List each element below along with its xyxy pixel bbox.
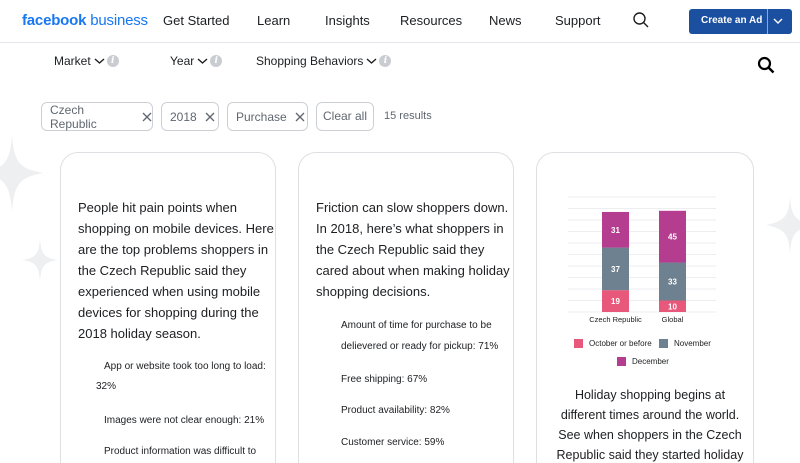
sparkle-decoration [766, 195, 800, 255]
legend-label: December [632, 357, 669, 366]
bullet-slow-load: App or website took too long to load: [104, 361, 266, 372]
search-icon[interactable] [757, 56, 775, 74]
nav-learn[interactable]: Learn [257, 13, 290, 28]
text-line: See when shoppers in the Czech [558, 428, 742, 442]
market-filter-label: Market [54, 54, 91, 68]
sparkle-decoration [0, 135, 44, 213]
chevron-down-icon [197, 58, 208, 64]
legend-october: October or before [574, 339, 652, 348]
text-line: different times around the world. [560, 408, 740, 422]
shopping-behaviors-label: Shopping Behaviors [256, 54, 364, 68]
nav-resources[interactable]: Resources [400, 13, 462, 28]
top-navigation: facebook business Get Started Learn Insi… [0, 0, 800, 43]
search-icon[interactable] [632, 11, 650, 29]
create-ad-button[interactable]: Create an Ad [689, 9, 792, 34]
category-label: Czech Republic [589, 315, 642, 324]
chip-label: 2018 [170, 109, 197, 124]
text-line: Holiday shopping begins at [574, 388, 726, 402]
text-line: Friction can slow shoppers down. [316, 200, 509, 215]
category-label: Global [662, 315, 684, 324]
chip-2018[interactable]: 2018 [161, 102, 219, 131]
shopping-behaviors-filter[interactable]: Shopping Behaviors i [256, 54, 392, 68]
data-label: 37 [611, 265, 620, 274]
chevron-down-icon[interactable] [772, 16, 784, 26]
nav-get-started[interactable]: Get Started [163, 13, 229, 28]
legend-label: November [674, 339, 711, 348]
legend-november: November [659, 339, 711, 348]
text-line: shopping on mobile devices. Here [78, 221, 274, 236]
results-count: 15 results [384, 110, 432, 122]
bullet-slow-load-value: 32% [96, 381, 117, 392]
close-icon[interactable] [205, 112, 215, 122]
button-divider [767, 9, 768, 34]
legend-swatch [574, 339, 583, 348]
market-filter[interactable]: Market i [54, 54, 119, 68]
create-ad-label: Create an Ad [701, 15, 763, 26]
data-label: 19 [611, 297, 620, 306]
text-line: the Czech Republic said they [316, 242, 485, 257]
chevron-down-icon [366, 58, 377, 64]
chip-purchase[interactable]: Purchase [227, 102, 308, 131]
text-line: Republic said they started holiday [556, 448, 744, 462]
legend-swatch [617, 357, 626, 366]
chip-czech-republic[interactable]: Czech Republic [41, 102, 153, 131]
info-icon[interactable]: i [379, 55, 392, 67]
card-friction-text: Friction can slow shoppers down. In 2018… [316, 197, 510, 302]
card-pain-points-text: People hit pain points when shopping on … [78, 197, 274, 344]
bullet-availability: Product availability: 82% [341, 405, 450, 416]
text-line: In 2018, here’s what shoppers in [316, 221, 504, 236]
facebook-business-logo[interactable]: facebook business [22, 12, 148, 29]
close-icon[interactable] [295, 112, 305, 122]
text-line: People hit pain points when [78, 200, 238, 215]
data-label: 31 [611, 226, 620, 235]
bullet-product-info: Product information was difficult to [104, 446, 257, 457]
legend-swatch [659, 339, 668, 348]
info-icon[interactable]: i [106, 55, 119, 67]
text-line: cared about when making holiday [316, 263, 510, 278]
sparkle-decoration [22, 238, 58, 282]
card-holiday-timing-text: Holiday shopping begins at different tim… [540, 385, 760, 463]
clear-all-button[interactable]: Clear all [316, 102, 374, 131]
bullet-free-shipping: Free shipping: 67% [341, 374, 428, 385]
bullet-delivery-time-cont: delievered or ready for pickup: 71% [341, 341, 499, 352]
brand-name: facebook [22, 12, 87, 29]
text-line: are the top problems shoppers in [78, 242, 269, 257]
data-label: 33 [668, 278, 677, 287]
bullet-delivery-time: Amount of time for purchase to be [341, 320, 492, 331]
text-line: 2018 holiday season. [78, 326, 201, 341]
nav-news[interactable]: News [489, 13, 522, 28]
info-icon[interactable]: i [210, 55, 223, 67]
chevron-down-icon [94, 58, 105, 64]
close-icon[interactable] [142, 112, 152, 122]
text-line: shopping decisions. [316, 284, 431, 299]
data-label: 10 [668, 302, 677, 311]
legend-december: December [617, 357, 669, 366]
year-filter-label: Year [170, 54, 195, 68]
nav-insights[interactable]: Insights [325, 13, 370, 28]
legend-label: October or before [589, 339, 652, 348]
brand-suffix: business [86, 12, 148, 29]
nav-support[interactable]: Support [555, 13, 601, 28]
year-filter[interactable]: Year i [170, 54, 223, 68]
text-line: the Czech Republic said they [78, 263, 247, 278]
chip-label: Czech Republic [50, 102, 97, 131]
text-line: experienced when using mobile [78, 284, 261, 299]
chip-label: Purchase [236, 109, 287, 124]
text-line: devices for shopping during the [78, 305, 259, 320]
stacked-bar-chart: 19 37 31 Czech Republic 10 33 45 Global [568, 196, 716, 324]
bullet-customer-service: Customer service: 59% [341, 437, 445, 448]
bullet-images-unclear: Images were not clear enough: 21% [104, 415, 265, 426]
data-label: 45 [668, 233, 677, 242]
